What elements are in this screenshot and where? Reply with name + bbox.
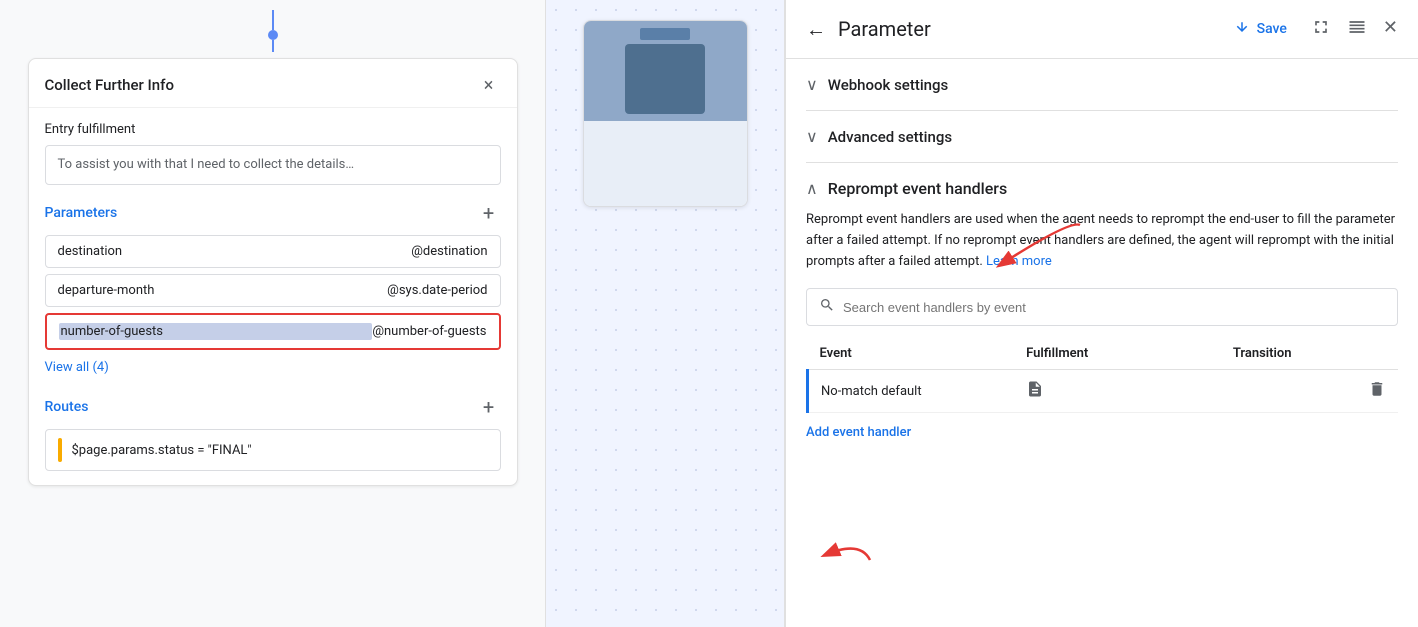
canvas-panel	[545, 0, 785, 627]
parameters-section-header: Parameters +	[45, 201, 501, 225]
param-value-departure-month: @sys.date-period	[387, 283, 487, 298]
flow-connector-top	[268, 10, 278, 52]
card-close-button[interactable]: ×	[477, 73, 501, 97]
param-name-number-of-guests: number-of-guests	[59, 323, 373, 340]
transition-column-header: Transition	[1221, 338, 1339, 370]
node-card[interactable]	[583, 20, 748, 207]
param-name-departure-month: departure-month	[58, 283, 388, 298]
fulfillment-cell[interactable]	[1014, 370, 1221, 413]
entry-fulfillment-text[interactable]: To assist you with that I need to collec…	[45, 145, 501, 185]
reprompt-section-title: Reprompt event handlers	[828, 179, 1007, 198]
node-card-visual	[584, 21, 747, 121]
webhook-settings-title: Webhook settings	[828, 76, 949, 94]
node-body-block	[625, 44, 705, 114]
right-panel-title: Parameter	[838, 17, 1209, 41]
add-event-handler-button[interactable]: Add event handler	[806, 425, 911, 440]
event-handlers-table-body: No-match default	[808, 370, 1399, 413]
advanced-settings-title: Advanced settings	[828, 128, 952, 146]
routes-section-header: Routes +	[45, 395, 501, 419]
param-value-number-of-guests: @number-of-guests	[372, 324, 486, 339]
header-icons: ✕	[1311, 17, 1398, 42]
reprompt-description: Reprompt event handlers are used when th…	[806, 210, 1398, 272]
parameter-row-destination[interactable]: destination @destination	[45, 235, 501, 268]
advanced-settings-section: ∨ Advanced settings	[806, 111, 1398, 163]
parameters-title[interactable]: Parameters	[45, 205, 118, 221]
card-header: Collect Further Info ×	[29, 59, 517, 108]
routes-section: Routes + $page.params.status = "FINAL"	[45, 395, 501, 471]
parameter-row-number-of-guests[interactable]: number-of-guests @number-of-guests	[45, 313, 501, 350]
search-event-handlers-input[interactable]	[843, 300, 1385, 315]
action-cell[interactable]	[1339, 370, 1398, 413]
param-value-destination: @destination	[411, 244, 487, 259]
back-button[interactable]: ←	[806, 17, 826, 42]
expand-icon[interactable]	[1311, 17, 1331, 42]
connector-dot	[268, 30, 278, 40]
save-label: Save	[1257, 21, 1287, 37]
event-handlers-table: Event Fulfillment Transition No-match de…	[806, 338, 1398, 413]
webhook-chevron-icon: ∨	[806, 75, 818, 94]
search-icon	[819, 297, 835, 317]
save-button[interactable]: Save	[1221, 14, 1299, 44]
transition-cell	[1221, 370, 1339, 413]
node-card-inner	[625, 28, 705, 114]
reprompt-chevron-icon: ∧	[806, 179, 818, 198]
right-panel: ← Parameter Save ✕ ∨	[785, 0, 1418, 627]
card-body: Entry fulfillment To assist you with tha…	[29, 108, 517, 485]
split-icon[interactable]	[1347, 17, 1367, 42]
route-row[interactable]: $page.params.status = "FINAL"	[45, 429, 501, 471]
fulfillment-doc-icon	[1026, 383, 1044, 402]
webhook-settings-section: ∨ Webhook settings	[806, 59, 1398, 111]
fulfillment-column-header: Fulfillment	[1014, 338, 1221, 370]
event-column-header: Event	[808, 338, 1015, 370]
right-panel-header: ← Parameter Save ✕	[786, 0, 1418, 59]
action-column-header	[1339, 338, 1398, 370]
annotation-arrow	[980, 215, 1100, 275]
annotation-arrow-2	[810, 520, 890, 570]
event-handlers-table-head: Event Fulfillment Transition	[808, 338, 1399, 370]
save-icon	[1233, 20, 1251, 38]
card-title: Collect Further Info	[45, 76, 174, 94]
event-handler-search-box[interactable]	[806, 288, 1398, 326]
close-icon[interactable]: ✕	[1383, 17, 1398, 42]
reprompt-section-header: ∧ Reprompt event handlers	[806, 179, 1398, 198]
event-cell: No-match default	[808, 370, 1015, 413]
collect-further-info-card: Collect Further Info × Entry fulfillment…	[28, 58, 518, 486]
param-name-destination: destination	[58, 244, 412, 259]
add-route-button[interactable]: +	[477, 395, 501, 419]
route-indicator	[58, 438, 62, 462]
routes-title[interactable]: Routes	[45, 399, 89, 415]
advanced-chevron-icon: ∨	[806, 127, 818, 146]
entry-fulfillment-label: Entry fulfillment	[45, 122, 501, 137]
delete-row-button[interactable]	[1368, 383, 1386, 402]
advanced-settings-header[interactable]: ∨ Advanced settings	[806, 127, 1398, 146]
left-panel: Collect Further Info × Entry fulfillment…	[0, 0, 545, 627]
add-parameter-button[interactable]: +	[477, 201, 501, 225]
parameter-row-departure-month[interactable]: departure-month @sys.date-period	[45, 274, 501, 307]
route-text: $page.params.status = "FINAL"	[72, 443, 252, 458]
view-all-parameters-link[interactable]: View all (4)	[45, 360, 109, 375]
node-icon-bar	[640, 28, 690, 40]
right-panel-content: ∨ Webhook settings ∨ Advanced settings ∧…	[786, 59, 1418, 627]
connector-line	[272, 10, 274, 30]
node-card-bottom	[584, 121, 747, 206]
reprompt-section: ∧ Reprompt event handlers Reprompt event…	[806, 163, 1398, 456]
table-row[interactable]: No-match default	[808, 370, 1399, 413]
webhook-settings-header[interactable]: ∨ Webhook settings	[806, 75, 1398, 94]
connector-line-2	[272, 40, 274, 52]
